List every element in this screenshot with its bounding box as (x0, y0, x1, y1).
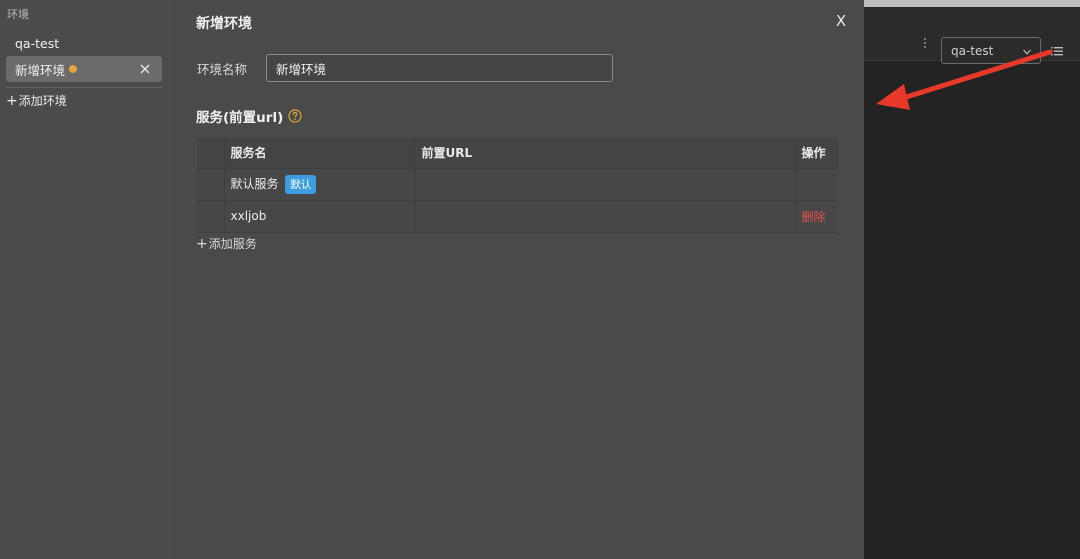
table-header-service-name: 服务名 (224, 138, 416, 168)
environment-name-label: 环境名称 (197, 62, 248, 77)
add-environment-label: 添加环境 (18, 94, 67, 108)
delete-service-button[interactable]: 删除 (802, 210, 826, 224)
top-strip (864, 0, 1080, 7)
environment-select-value: qa-test (951, 43, 994, 58)
table-cell-actions: 删除 (795, 200, 838, 232)
question-circle-icon[interactable] (288, 109, 302, 123)
table-cell-index (197, 168, 225, 200)
table-row: 默认服务 默认 (197, 168, 838, 200)
default-badge: 默认 (285, 174, 317, 194)
table-cell-actions (795, 168, 838, 200)
workspace-toolbar: qa-test (864, 7, 1080, 64)
service-name-text: 默认服务 (230, 176, 279, 191)
background-workspace: qa-test (864, 0, 1080, 559)
close-icon[interactable] (136, 60, 154, 78)
environment-sidebar: 环境 qa-test 新增环境 + 添加环境 (0, 0, 170, 559)
table-cell-prefix-url[interactable] (415, 168, 796, 200)
table-header-index (197, 138, 225, 168)
sidebar-item-label: 新增环境 (15, 62, 66, 78)
table-cell-index (197, 200, 225, 232)
sidebar-divider (6, 87, 162, 88)
environment-name-input[interactable] (266, 54, 613, 82)
add-service-label: 添加服务 (208, 237, 257, 251)
environment-select[interactable]: qa-test (941, 37, 1041, 64)
sidebar-item-label: qa-test (15, 35, 60, 51)
table-cell-service-name[interactable]: 默认服务 默认 (224, 168, 416, 200)
new-environment-panel: 新增环境 X 环境名称 服务(前置url) 服务名 前置URL 操作 (170, 0, 864, 559)
chevron-down-icon (1022, 46, 1032, 56)
panel-title: 新增环境 (196, 16, 252, 32)
service-name-text: xxljob (230, 209, 267, 223)
add-environment-button[interactable]: + 添加环境 (6, 92, 67, 109)
sidebar-title: 环境 (7, 8, 29, 21)
table-row: xxljob 删除 (197, 200, 838, 232)
close-button[interactable]: X (832, 11, 850, 31)
services-table: 服务名 前置URL 操作 默认服务 默认 xxljob 删除 (197, 138, 838, 233)
list-icon[interactable] (1050, 43, 1064, 57)
plus-icon: + (196, 235, 208, 252)
table-cell-prefix-url[interactable] (415, 200, 796, 232)
kebab-icon[interactable] (920, 36, 930, 50)
table-cell-service-name[interactable]: xxljob (224, 200, 416, 232)
table-header-actions: 操作 (795, 138, 838, 168)
sidebar-item-qa-test[interactable]: qa-test (6, 30, 162, 56)
plus-icon: + (6, 92, 18, 109)
table-header-row: 服务名 前置URL 操作 (197, 138, 838, 168)
sidebar-item-new-env[interactable]: 新增环境 (6, 56, 162, 82)
table-header-prefix-url: 前置URL (415, 138, 796, 168)
unsaved-indicator (69, 65, 78, 73)
services-section-title: 服务(前置url) (196, 106, 302, 126)
add-service-button[interactable]: + 添加服务 (196, 235, 257, 252)
services-title-text: 服务(前置url) (196, 110, 284, 126)
